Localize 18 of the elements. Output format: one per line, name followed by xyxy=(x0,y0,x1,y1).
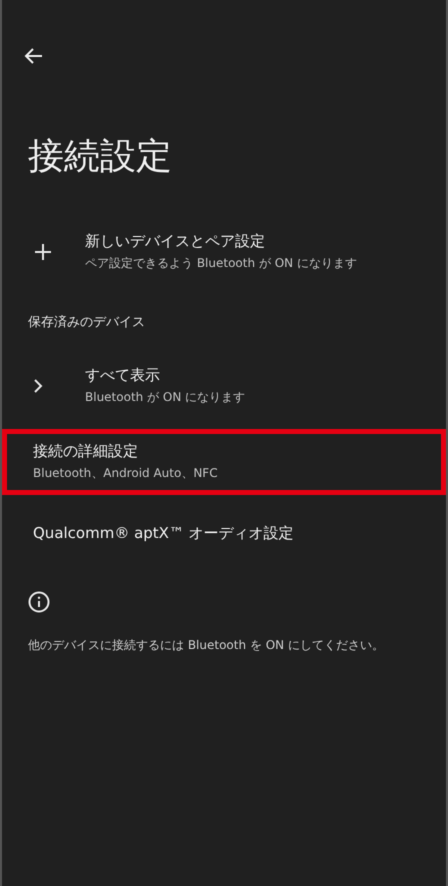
row-title: 接続の詳細設定 xyxy=(33,442,139,461)
row-title: すべて表示 xyxy=(85,366,161,385)
settings-row[interactable]: すべて表示 Bluetooth が ON になります xyxy=(2,353,446,419)
row-subtitle: Bluetooth が ON になります xyxy=(85,389,246,406)
plus-icon xyxy=(33,242,53,262)
info-text: 他のデバイスに接続するには Bluetooth を ON にしてください。 xyxy=(28,637,385,654)
row-subtitle: ペア設定できるよう Bluetooth が ON になります xyxy=(85,255,357,272)
settings-row[interactable]: 新しいデバイスとペア設定 ペア設定できるよう Bluetooth が ON になります xyxy=(2,219,446,285)
info-icon xyxy=(28,591,50,613)
highlighted-settings-row[interactable]: 接続の詳細設定 Bluetooth、Android Auto、NFC xyxy=(2,429,446,495)
settings-row[interactable]: Qualcomm® aptX™ オーディオ設定 xyxy=(2,505,446,561)
section-header: 保存済みのデバイス xyxy=(28,314,145,331)
page-title: 接続設定 xyxy=(28,135,172,179)
row-title: Qualcomm® aptX™ オーディオ設定 xyxy=(33,524,294,542)
back-arrow-icon xyxy=(23,47,43,65)
chevron-right-icon xyxy=(33,378,43,394)
row-title: 新しいデバイスとペア設定 xyxy=(85,232,266,251)
row-subtitle: Bluetooth、Android Auto、NFC xyxy=(33,465,218,482)
